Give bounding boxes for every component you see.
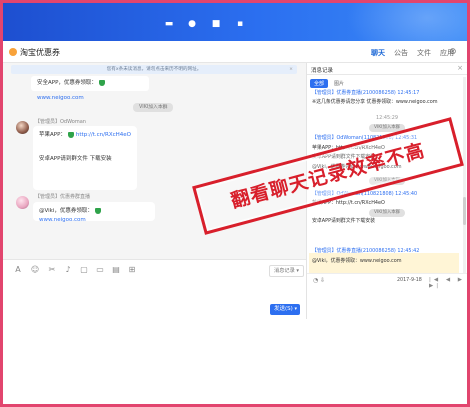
history-title: 消息记录 xyxy=(311,68,334,74)
filter-images[interactable]: 图片 xyxy=(334,80,344,87)
previous-message-text: 安全APP，优惠券领取： xyxy=(37,80,97,86)
scrollbar[interactable] xyxy=(463,77,466,277)
font-icon[interactable]: A xyxy=(13,265,23,274)
more-icon[interactable]: ⊗ xyxy=(449,47,457,57)
window-bottom xyxy=(3,319,467,404)
avatar[interactable] xyxy=(16,196,29,209)
security-notice: 您有x条未读消息，请勿点击来历不明的网址。 × xyxy=(11,65,297,74)
tab-chat[interactable]: 聊天 xyxy=(371,48,385,58)
android-instruction: 安卓APP请到群文件 下载安装 xyxy=(39,156,112,162)
system-join-notice: VIKI加入本群 xyxy=(133,103,174,112)
close-icon[interactable]: × xyxy=(457,64,463,72)
shield-icon xyxy=(98,79,105,86)
chevron-down-icon[interactable]: ▾ xyxy=(294,304,297,315)
avatar[interactable] xyxy=(16,121,29,134)
message-sender[interactable]: 【管理员】优惠券群直播 xyxy=(35,193,90,200)
top-nav-bar: ▬ ● ■ ▪ xyxy=(3,3,467,41)
coupon-link[interactable]: www.neigoo.com xyxy=(39,217,86,223)
chat-bubble-icon[interactable]: ▬ xyxy=(163,20,175,29)
emoji-icon[interactable]: ☺ xyxy=(30,265,40,274)
history-message-line: ※这几条优惠券请您分享 优惠券领取：www.neigoo.com xyxy=(312,99,438,105)
message-input[interactable] xyxy=(3,281,306,301)
group-title[interactable]: 淘宝优惠券 xyxy=(20,47,60,58)
voice-icon[interactable]: ♪ xyxy=(63,265,73,274)
history-footer: ◔ ⇩ 2017-9-18 |◀ ◀ ▶ ▶| xyxy=(307,273,467,289)
filter-all[interactable]: 全部 xyxy=(310,79,329,88)
history-pager[interactable]: |◀ ◀ ▶ ▶| xyxy=(429,277,467,289)
history-message-line: 安卓APP请到群文件下载安装 xyxy=(312,218,376,224)
close-icon[interactable]: × xyxy=(289,65,293,74)
folder-icon[interactable]: ▭ xyxy=(95,265,105,274)
send-row: 发送(S) ▾ xyxy=(3,301,306,319)
tab-announcement[interactable]: 公告 xyxy=(394,48,408,58)
header-glow xyxy=(347,3,467,41)
document-icon[interactable]: ▤ xyxy=(111,265,121,274)
message-bubble: @Viki，优惠券领取： www.neigoo.com xyxy=(33,202,155,223)
tab-files[interactable]: 文件 xyxy=(417,48,431,58)
scrollbar-thumb[interactable] xyxy=(463,197,466,225)
chat-area: 您有x条未读消息，请勿点击来历不明的网址。 × 安全APP，优惠券领取： www.… xyxy=(3,63,306,259)
history-tools-icon[interactable]: ◔ ⇩ xyxy=(313,277,325,284)
history-date[interactable]: 2017-9-18 xyxy=(397,278,422,283)
chat-title-bar: 淘宝优惠券 聊天 公告 文件 应用 ⊗ xyxy=(3,41,467,63)
group-icon[interactable]: ■ xyxy=(210,20,222,29)
history-message-line: @Viki，优惠券领取：www.neigoo.com xyxy=(312,258,402,264)
send-button-label: 发送(S) xyxy=(274,306,293,312)
screenshot-icon[interactable]: ✂ xyxy=(47,265,57,274)
ios-download-link[interactable]: http://t.cn/RXcH4eO xyxy=(76,132,131,138)
history-filter: 全部 图片 xyxy=(310,79,344,88)
app-window: ▬ ● ■ ▪ 淘宝优惠券 聊天 公告 文件 应用 ⊗ 您有x条未读消息，请勿点… xyxy=(0,0,470,407)
apps-icon[interactable]: ▪ xyxy=(234,20,246,29)
input-toolbar: A ☺ ✂ ♪ ▢ ▭ ▤ ⊞ 消息记录 ▾ xyxy=(3,259,306,281)
grid-icon[interactable]: ⊞ xyxy=(127,265,137,274)
previous-message-bubble: 安全APP，优惠券领取： www.neigoo.com xyxy=(31,76,149,101)
message-history-button[interactable]: 消息记录 ▾ xyxy=(269,265,305,277)
mention-text: @Viki，优惠券领取： xyxy=(39,208,93,214)
group-avatar[interactable] xyxy=(9,48,17,56)
message-line: 苹果APP： http://t.cn/RXcH4eO xyxy=(39,131,131,140)
notice-text: 您有x条未读消息，请勿点击来历不明的网址。 xyxy=(106,67,202,72)
image-icon[interactable]: ▢ xyxy=(79,265,89,274)
message-sender[interactable]: 【管理员】OdWoman xyxy=(35,118,86,125)
history-sender-line: 【管理员】优惠券直播(2100086258) 12:45:17 xyxy=(312,90,420,96)
contacts-icon[interactable]: ● xyxy=(186,20,198,29)
history-sender-line: 【管理员】优惠券直播(2100086258) 12:45:42 xyxy=(312,248,420,254)
previous-message-link[interactable]: www.neigoo.com xyxy=(37,95,84,101)
shield-icon xyxy=(67,131,74,138)
ios-label: 苹果APP： xyxy=(39,132,66,138)
side-panel-tabs: 聊天 公告 文件 应用 xyxy=(371,48,454,58)
send-button[interactable]: 发送(S) ▾ xyxy=(270,304,300,315)
shield-icon xyxy=(94,207,101,214)
message-bubble: 苹果APP： http://t.cn/RXcH4eO 安卓APP请到群文件 下载安… xyxy=(33,126,137,190)
history-header: 消息记录 × xyxy=(307,63,467,75)
history-system-notice: VIKI加入本群 xyxy=(369,209,406,217)
